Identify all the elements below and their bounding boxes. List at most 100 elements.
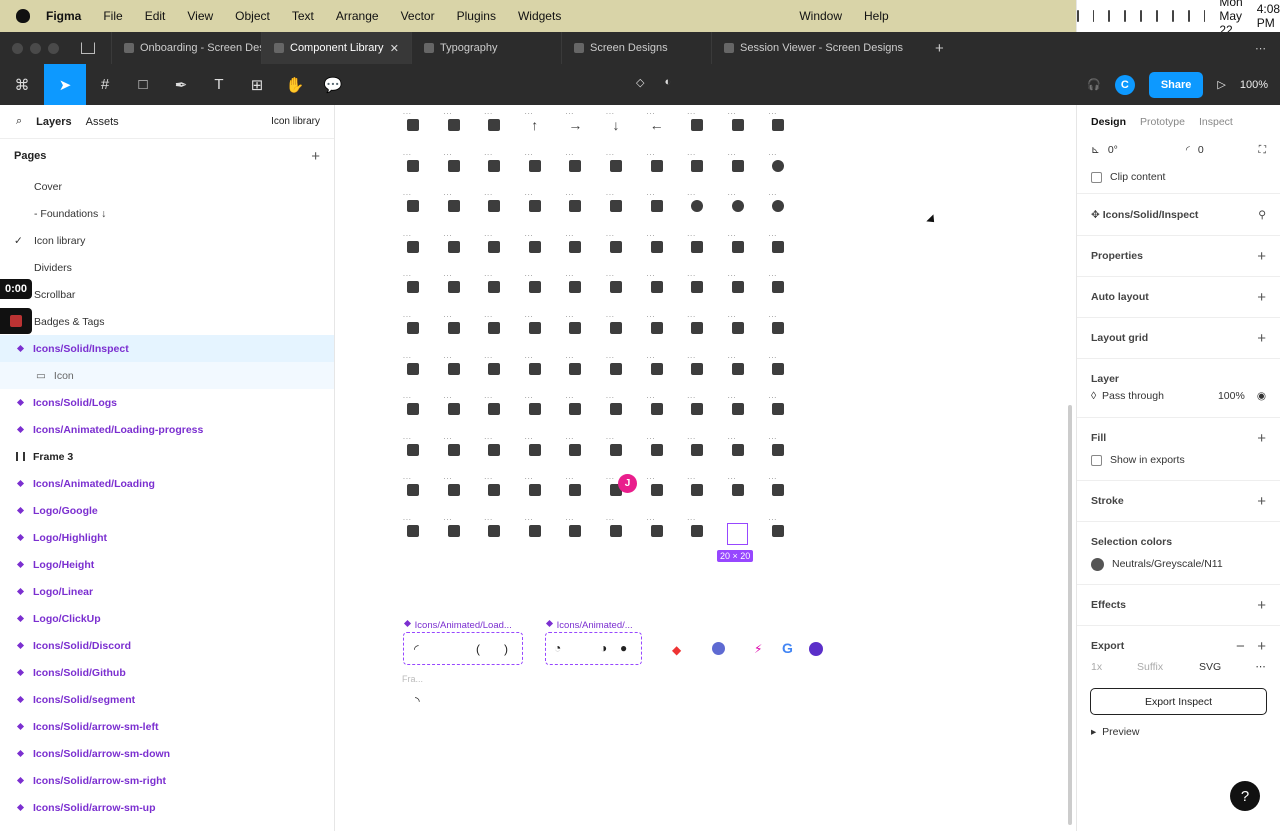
icon-component[interactable]: ... [484, 231, 504, 257]
icon-component[interactable]: ... [403, 474, 423, 500]
apple-icon[interactable] [16, 9, 30, 23]
page-item-current[interactable]: ✓ Icon library [0, 227, 334, 254]
add-stroke-icon[interactable]: + [1257, 493, 1266, 510]
icon-component[interactable]: ... [606, 353, 626, 379]
icon-component[interactable]: ... [647, 190, 667, 216]
frame-label[interactable]: Fra... [402, 674, 423, 684]
shape-tool-icon[interactable]: □ [124, 64, 162, 105]
layer-item[interactable]: Icons/Animated/Loading-progress [0, 416, 334, 443]
menu-edit[interactable]: Edit [145, 9, 166, 23]
layer-item[interactable]: Icons/Solid/arrow-sm-up [0, 794, 334, 821]
icon-component[interactable]: ... [444, 393, 464, 419]
blend-mode-select[interactable]: Pass through [1102, 390, 1164, 402]
icon-component[interactable]: ... [484, 393, 504, 419]
icon-component[interactable]: ... [565, 515, 585, 541]
more-icon[interactable]: ⋯ [1255, 42, 1266, 55]
canvas-scrollbar[interactable] [1068, 405, 1072, 825]
status-icon[interactable] [1077, 10, 1079, 22]
layer-item[interactable]: Icons/Animated/Loading [0, 470, 334, 497]
icon-component[interactable]: ... [484, 312, 504, 338]
anim-frame-label[interactable]: Icons/Animated/... [545, 619, 633, 631]
icon-component[interactable]: ... [647, 150, 667, 176]
icon-component[interactable]: ... [687, 393, 707, 419]
pen-tool-icon[interactable]: ✒ [162, 64, 200, 105]
icon-component[interactable]: ... [768, 231, 788, 257]
icon-component[interactable]: ... [525, 515, 545, 541]
icon-component[interactable]: ... ← [647, 109, 667, 135]
icon-component[interactable]: ... [525, 190, 545, 216]
icon-component[interactable]: ... [565, 150, 585, 176]
add-auto-layout-icon[interactable]: + [1257, 289, 1266, 306]
menu-view[interactable]: View [187, 9, 213, 23]
menu-help[interactable]: Help [864, 9, 889, 23]
icon-component[interactable]: ... [403, 109, 423, 135]
icon-component[interactable]: ... [606, 434, 626, 460]
icon-component[interactable]: ... [647, 271, 667, 297]
layer-item[interactable]: Icons/Solid/Logs [0, 389, 334, 416]
window-controls[interactable] [12, 42, 59, 54]
eye-icon[interactable]: ◉ [1257, 390, 1266, 402]
icon-component[interactable]: ... [768, 474, 788, 500]
icon-component[interactable]: ... [484, 271, 504, 297]
add-layout-grid-icon[interactable]: + [1257, 330, 1266, 347]
clip-row[interactable]: Clip content [1077, 161, 1280, 193]
layer-item[interactable]: Icons/Solid/arrow-sm-down [0, 740, 334, 767]
icon-component[interactable]: ... [403, 150, 423, 176]
icon-component[interactable]: ... [484, 434, 504, 460]
icon-component[interactable]: ... [768, 190, 788, 216]
adjust-icon[interactable]: ⚲ [1258, 209, 1266, 221]
icon-component[interactable]: ... [647, 515, 667, 541]
resources-icon[interactable]: ⊞ [238, 64, 276, 105]
icon-component[interactable]: ... [728, 434, 748, 460]
wifi-icon[interactable] [1172, 10, 1174, 22]
layer-item[interactable]: Logo/Height [0, 551, 334, 578]
icon-component[interactable]: ... [606, 271, 626, 297]
icon-component[interactable]: ... [728, 190, 748, 216]
menu-plugins[interactable]: Plugins [457, 9, 496, 23]
layer-item[interactable]: Icons/Solid/Github [0, 659, 334, 686]
icon-component[interactable]: ... [768, 515, 788, 541]
icon-component[interactable]: ... [768, 150, 788, 176]
icon-component[interactable]: ... [768, 434, 788, 460]
layer-item[interactable]: Logo/Highlight [0, 524, 334, 551]
dropbox-icon[interactable] [1092, 10, 1095, 22]
icon-component[interactable]: ... ↑ [525, 109, 545, 135]
icon-component[interactable]: ... [444, 353, 464, 379]
new-tab-icon[interactable]: + [935, 40, 944, 57]
icon-component[interactable]: ... [606, 150, 626, 176]
gear-icon[interactable] [1108, 10, 1111, 22]
icon-component[interactable]: ... [444, 515, 464, 541]
icon-component[interactable]: ... [606, 515, 626, 541]
layer-item[interactable]: Frame 3 [0, 443, 334, 470]
icon-component[interactable]: ... → [565, 109, 585, 135]
component-icon[interactable]: ◇ [636, 76, 644, 89]
icon-component[interactable]: ... [647, 474, 667, 500]
icon-component[interactable]: ... [444, 231, 464, 257]
tab-assets[interactable]: Assets [86, 116, 119, 128]
help-button[interactable]: ? [1230, 781, 1260, 811]
clip-checkbox[interactable] [1091, 171, 1102, 183]
icon-component[interactable]: ... [484, 109, 504, 135]
opacity-field[interactable]: 100% [1218, 390, 1245, 402]
add-page-icon[interactable]: + [311, 148, 320, 165]
icon-component[interactable]: ... [728, 231, 748, 257]
page-item[interactable]: Scrollbar [0, 281, 334, 308]
export-add-icon[interactable]: − + [1236, 638, 1266, 655]
layer-item[interactable]: Icons/Solid/arrow-sm-right [0, 767, 334, 794]
control-center-icon[interactable] [1203, 10, 1206, 22]
menu-vector[interactable]: Vector [401, 9, 435, 23]
icon-component[interactable]: ... [565, 231, 585, 257]
canvas[interactable]: ............ ↑... →... ↓... ←...............… [335, 105, 1076, 831]
icon-component[interactable]: ... [728, 474, 748, 500]
tab-inspect[interactable]: Inspect [1199, 116, 1233, 128]
icon-component[interactable]: ... [403, 434, 423, 460]
icon-component[interactable]: ... [444, 190, 464, 216]
home-icon[interactable] [81, 42, 95, 54]
icon-component[interactable]: ... [687, 312, 707, 338]
layer-item[interactable]: ▭ Icon [0, 362, 334, 389]
layer-item[interactable]: Logo/ClickUp [0, 605, 334, 632]
icon-component[interactable]: ... [525, 474, 545, 500]
icon-component[interactable]: ... [403, 515, 423, 541]
icon-component[interactable]: ... [403, 393, 423, 419]
icon-component[interactable]: ... [403, 312, 423, 338]
